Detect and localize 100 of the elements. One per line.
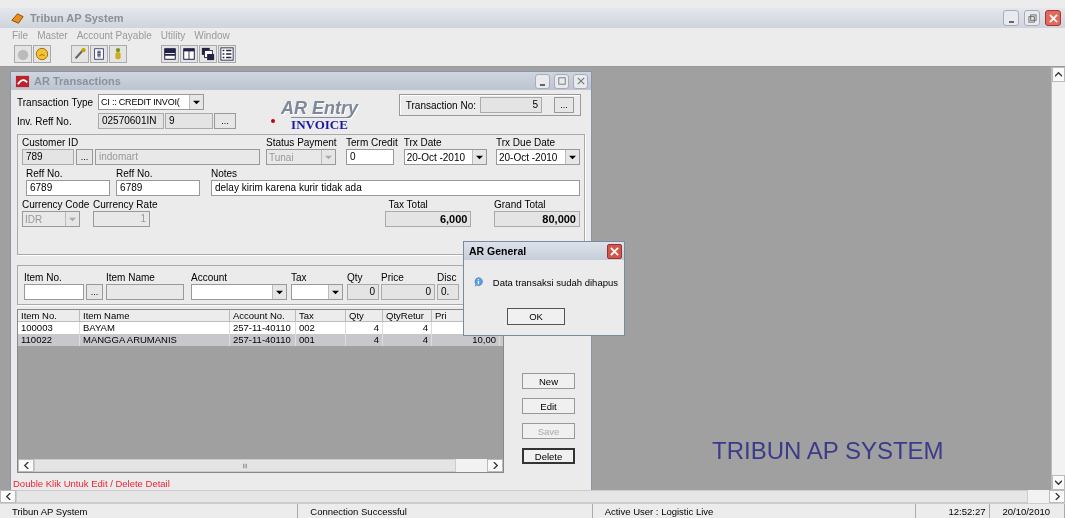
minimize-button[interactable] [535,73,550,89]
action-button[interactable]: Edit [522,398,575,414]
input-field[interactable]: 5 [480,97,542,113]
tile-vertical-icon[interactable] [180,45,198,63]
account-dropdown[interactable] [191,284,287,300]
arrow-up-icon [1055,71,1062,78]
field-label: Customer ID [22,137,80,148]
field-label: Trx Due Date [496,137,557,148]
input-field[interactable] [24,284,84,300]
field-label: Item Name [106,272,156,283]
caret-down-icon [276,288,283,296]
field-label: Qty [347,272,364,283]
field-label: Tax [291,272,308,283]
minimize-button[interactable] [1003,10,1019,26]
field-label: Transaction Type [17,96,95,108]
caret-down-icon [69,215,76,223]
logo-subtitle: INVOICE [291,117,348,132]
close-button[interactable] [573,73,588,89]
table-row[interactable]: 110022 MANGGA ARUMANIS 257-11-40110 001 4 4 10,00 [18,334,503,346]
hint-text: Double Klik Untuk Edit / Delete Detail [13,478,171,489]
status-panel: 12:52:27 [915,504,991,518]
browse-button[interactable]: ... [86,284,103,300]
arrow-left-icon [22,462,30,469]
input-field[interactable] [106,284,184,300]
input-field[interactable]: 6789 [116,180,201,196]
face-icon[interactable] [33,45,51,63]
date-picker[interactable]: 20-Oct -2010 [496,149,580,165]
arrow-left-icon [4,493,12,500]
field-label: Disc [437,272,458,283]
app-logo-icon [10,10,25,26]
browse-button[interactable]: ... [76,149,93,165]
window-icon [15,73,30,89]
transaction-type-dropdown[interactable]: CI :: CREDIT INVOI( [98,94,204,110]
field-label: Currency Code [22,199,87,210]
maximize-button[interactable] [554,73,569,89]
vertical-scrollbar[interactable] [1051,67,1065,490]
tools-icon[interactable] [71,45,89,63]
app-title: Tribun AP System [30,12,124,24]
input-field[interactable]: 0 [347,284,379,300]
close-button[interactable] [1045,10,1061,26]
dialog-message: Data transaksi sudah dihapus [492,276,618,288]
child-title: AR Transactions [34,75,121,87]
arrow-right-icon [491,462,499,469]
status-panel: 20/10/2010 [990,504,1065,518]
browse-button[interactable]: ... [214,113,236,129]
input-field[interactable]: 6789 [26,180,110,196]
input-field[interactable]: 0 [346,149,394,165]
field-label: Account [191,272,229,283]
notes-field[interactable]: delay kirim karena kurir tidak ada [211,180,580,196]
caret-down-icon [325,153,332,161]
field-label: Reff No. [116,168,154,179]
input-field[interactable]: 789 [22,149,74,165]
dot-icon [271,119,275,123]
cascade-icon[interactable] [199,45,217,63]
input-field[interactable]: 02570601IN [98,113,164,129]
grip-icon [242,462,248,469]
field-label: Item No. [24,272,63,283]
table-cell: 001 [296,334,346,346]
horizontal-scrollbar[interactable] [18,459,503,472]
field-label: Currency Rate [93,199,159,210]
document-icon[interactable] [90,45,108,63]
action-button[interactable]: New [522,373,575,389]
status-panel: Tribun AP System [0,504,299,518]
input-field[interactable]: 9 [165,113,213,129]
caret-down-icon [332,288,339,296]
dialog-title: AR General [469,245,528,257]
horizontal-scrollbar[interactable] [0,490,1065,503]
total-field: 80,000 [494,211,580,227]
close-button[interactable] [607,243,622,259]
field-label: Tax Total [387,199,429,210]
field-label: Reff No. [26,168,64,179]
table-cell: 4 [346,334,383,346]
list-icon[interactable] [218,45,236,63]
table-cell: 110022 [18,334,80,346]
table-cell: 4 [383,334,432,346]
action-button[interactable]: Delete [522,448,575,464]
input-field[interactable]: 0 [381,284,435,300]
field-label: Term Credit [346,137,398,148]
field-label: Price [381,272,405,283]
restore-button[interactable] [1024,10,1040,26]
maximize-icon [557,77,566,85]
caret-down-icon [193,98,200,106]
date-picker[interactable]: 20-Oct -2010 [403,149,487,165]
logo-title: AR Entry [281,100,358,117]
field-label: Status Payment [266,137,338,148]
minimize-icon [540,83,545,86]
table-cell: 257-11-40110 [230,334,296,346]
browse-button[interactable]: ... [554,97,574,113]
caret-down-icon [475,153,483,161]
minimize-icon [1008,20,1014,23]
total-field: 6,000 [385,211,472,227]
restore-icon [1027,13,1037,23]
ok-button[interactable]: OK [507,308,565,325]
tile-horizontal-icon[interactable] [161,45,179,63]
tax-dropdown[interactable] [291,284,343,300]
field-label: Grand Total [494,199,547,210]
caret-down-icon [569,153,576,161]
field-label: Transaction No: [405,99,476,111]
input-field[interactable]: 0. [437,284,459,300]
field-label: Inv. Reff No. [17,115,73,127]
